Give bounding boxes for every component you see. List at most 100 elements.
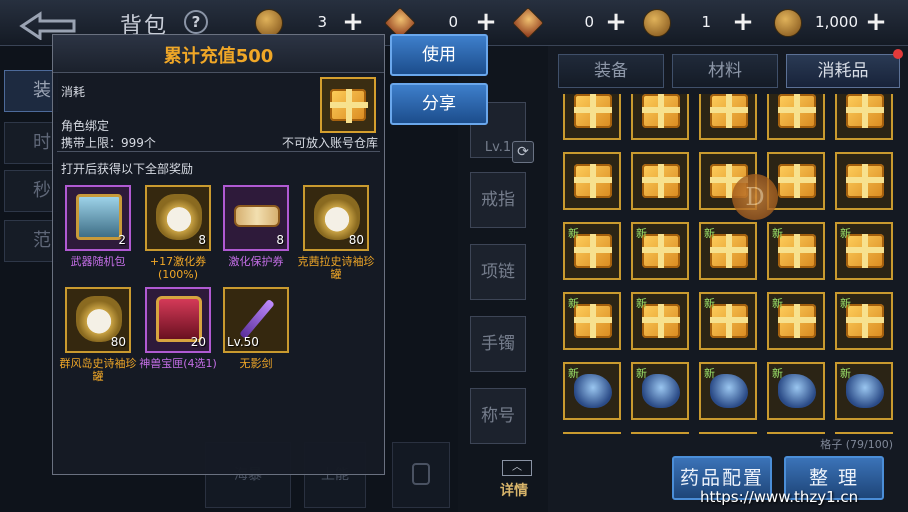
inventory-slot[interactable]: 新 [767, 362, 825, 420]
inventory-slot[interactable] [767, 94, 825, 140]
reward-name: 激化保护券 [228, 255, 284, 268]
inventory-slot[interactable]: 新 [835, 362, 893, 420]
currency-2: 0 + [384, 7, 498, 39]
currency-1-value: 3 [317, 13, 327, 31]
currency-2-plus-button[interactable]: + [474, 9, 498, 35]
bracelet-slot[interactable]: 手镯 [470, 316, 526, 372]
reward-name: +17激化券(100%) [149, 255, 207, 281]
inventory-slot[interactable] [835, 94, 893, 140]
inventory-slot[interactable]: 新 [767, 292, 825, 350]
gold-coin-icon [255, 9, 283, 37]
side-tab-4[interactable]: 范 [4, 220, 58, 262]
tab-equipment[interactable]: 装备 [558, 54, 664, 88]
inventory-slot[interactable] [631, 152, 689, 210]
refresh-icon[interactable]: ⟳ [512, 141, 534, 163]
inventory-slot[interactable] [631, 94, 689, 140]
wing-icon [710, 374, 748, 408]
inventory-slot[interactable]: 新 [699, 292, 757, 350]
inventory-slot[interactable] [835, 152, 893, 210]
inventory-slot[interactable]: 新 [563, 292, 621, 350]
inventory-slot[interactable] [699, 94, 757, 140]
reward-name: 无影剑 [239, 357, 273, 370]
inventory-slot[interactable]: 新 [563, 432, 621, 434]
item-tooltip: 累计充值500 消耗 角色绑定 携带上限：999个 不可放入账号仓库 打开后获得… [52, 34, 385, 475]
currency-5-plus-button[interactable]: + [864, 9, 888, 35]
tab-materials[interactable]: 材料 [672, 54, 778, 88]
gift-box-icon [846, 304, 884, 338]
reward-count: 8 [198, 233, 206, 247]
currency-5: 1,000 + [774, 9, 894, 37]
currency-3-plus-button[interactable]: + [604, 9, 628, 35]
notification-dot [893, 49, 903, 59]
gift-box-icon [778, 234, 816, 268]
new-badge: 新 [840, 227, 851, 240]
detail-label[interactable]: 详情 [500, 480, 528, 500]
inventory-grid: 新新新新新新新新新新新新新新新新新新新新 [563, 94, 893, 434]
reward-level: Lv.50 [227, 335, 259, 349]
currency-1-plus-button[interactable]: + [341, 9, 365, 35]
inventory-slot[interactable]: 新 [699, 222, 757, 280]
scroll-icon [234, 205, 280, 227]
gift-box-icon [642, 164, 680, 198]
gift-box-icon [846, 234, 884, 268]
inventory-slot[interactable]: 新 [631, 432, 689, 434]
reward-name: 克茜拉史诗袖珍罐 [297, 255, 375, 281]
inventory-slot[interactable]: 新 [563, 362, 621, 420]
inventory-slot[interactable]: 新 [631, 362, 689, 420]
reward-item[interactable]: 8 [145, 185, 211, 251]
inventory-slot[interactable]: 新 [631, 292, 689, 350]
lock-button[interactable] [392, 442, 450, 508]
gift-box-icon [574, 234, 612, 268]
item-category: 消耗 [61, 85, 86, 99]
floating-coin-icon[interactable]: D [732, 174, 778, 220]
inventory-slot[interactable]: 新 [563, 222, 621, 280]
reward-item[interactable]: 20 [145, 287, 211, 353]
new-badge: 新 [772, 227, 783, 240]
currency-4-plus-button[interactable]: + [731, 9, 755, 35]
reward-item[interactable]: 80 [65, 287, 131, 353]
use-button[interactable]: 使用 [390, 34, 488, 76]
reward-count: 80 [348, 233, 364, 247]
currency-3: 0 + [512, 7, 628, 39]
reward-item[interactable]: 2 [65, 185, 131, 251]
bronze-coin-icon [774, 9, 802, 37]
jar-icon [156, 194, 202, 240]
gift-box-icon [642, 234, 680, 268]
inventory-slot[interactable]: 新 [767, 432, 825, 434]
reward-item[interactable]: 80 [303, 185, 369, 251]
reward-name: 武器随机包 [70, 255, 126, 268]
reward-item[interactable]: 8 [223, 185, 289, 251]
new-badge: 新 [840, 367, 851, 380]
tab-consumables[interactable]: 消耗品 [786, 49, 903, 88]
inventory-slot[interactable] [563, 152, 621, 210]
side-tab-1[interactable]: 装 [4, 70, 58, 112]
gift-box-icon [778, 164, 816, 198]
side-tab-3[interactable]: 秒 [4, 170, 58, 212]
gift-box-icon [330, 89, 368, 123]
inventory-panel: 装备 材料 消耗品 新新新新新新新新新新新新新新新新新新新新 格子 (79/10… [548, 46, 908, 512]
wing-icon [846, 374, 884, 408]
inventory-slot[interactable] [563, 94, 621, 140]
share-button[interactable]: 分享 [390, 83, 488, 125]
reward-count: 20 [190, 335, 206, 349]
inventory-capacity: 格子 (79/100) [820, 438, 893, 451]
item-stack-limit: 携带上限：999个 [61, 136, 156, 150]
currency-4: 1 + [643, 9, 755, 37]
inventory-slot[interactable]: 新 [835, 432, 893, 434]
currency-4-value: 1 [701, 13, 711, 31]
wing-icon [778, 374, 816, 408]
detail-chevron-up-icon[interactable]: ︿ [502, 460, 532, 476]
necklace-slot[interactable]: 项链 [470, 244, 526, 300]
title-slot[interactable]: 称号 [470, 388, 526, 444]
inventory-slot[interactable]: 新 [631, 222, 689, 280]
inventory-slot[interactable]: 新 [835, 222, 893, 280]
ring-slot[interactable]: 戒指 [470, 172, 526, 228]
gift-box-icon [642, 304, 680, 338]
help-icon[interactable]: ? [184, 10, 208, 34]
reward-item[interactable]: Lv.50 [223, 287, 289, 353]
inventory-slot[interactable]: 新 [699, 362, 757, 420]
side-tab-2[interactable]: 时 [4, 122, 58, 164]
inventory-slot[interactable]: 新 [835, 292, 893, 350]
inventory-slot[interactable]: 新 [767, 222, 825, 280]
inventory-slot[interactable]: 新 [699, 432, 757, 434]
